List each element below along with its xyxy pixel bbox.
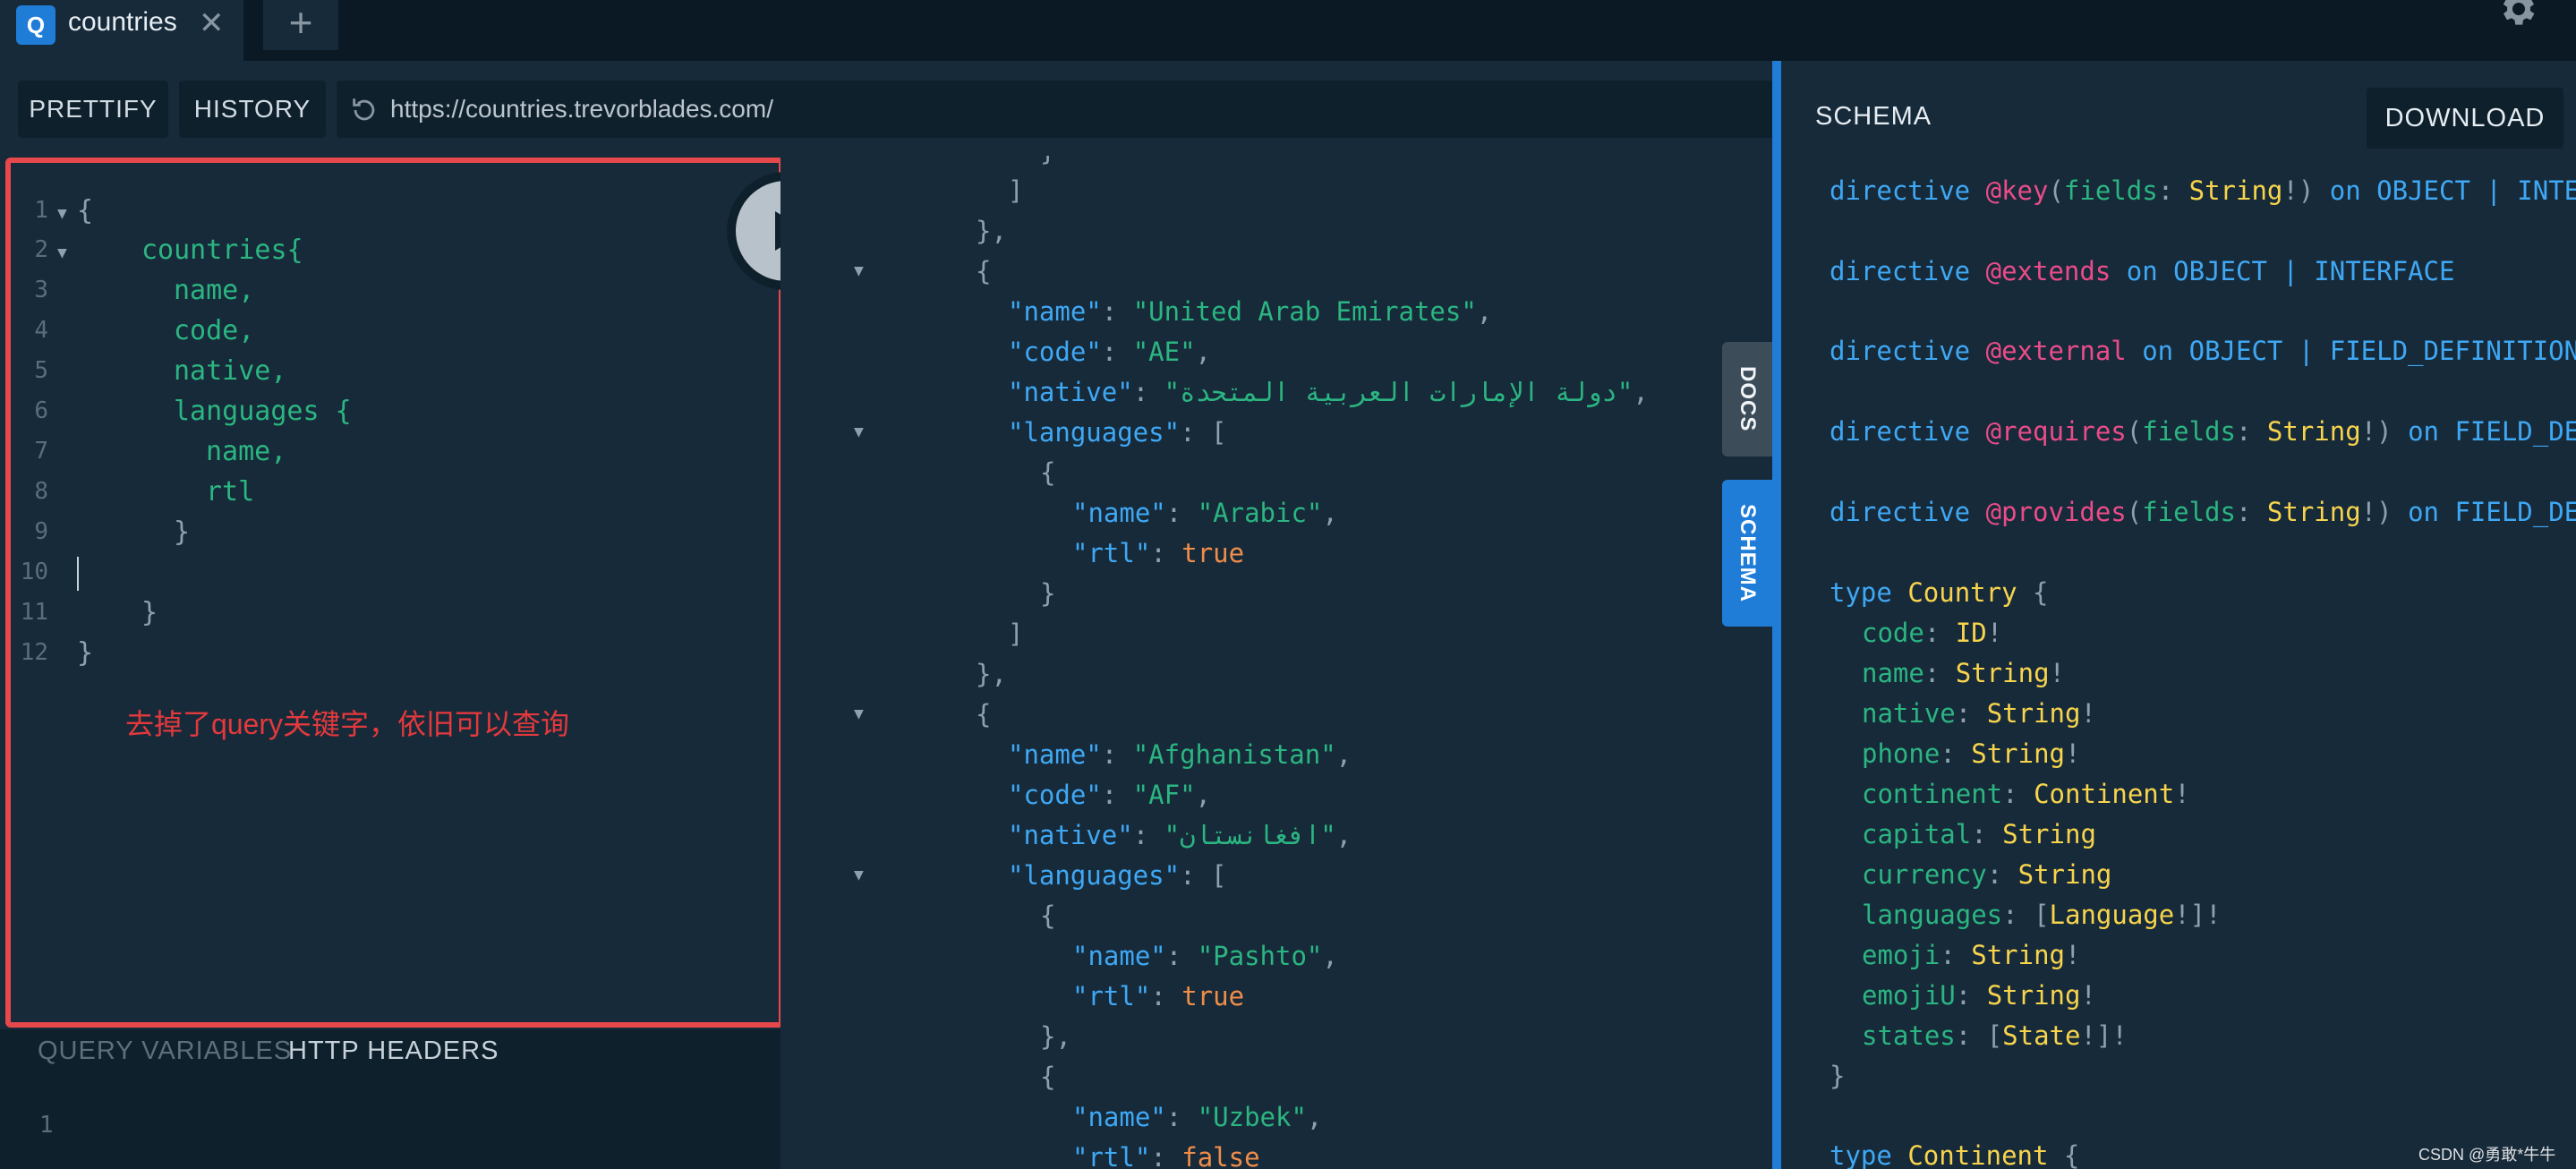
schema-field: currency: String — [1862, 859, 2112, 890]
fold-arrow-icon[interactable]: ▼ — [854, 866, 864, 884]
result-line: "native": "دولة الإمارات العربية المتحدة… — [1008, 377, 1649, 407]
schema-field: continent: Continent! — [1862, 779, 2190, 809]
history-button[interactable]: HISTORY — [179, 81, 326, 138]
schema-type-header: type Country { — [1830, 577, 2049, 608]
schema-field: capital: String — [1862, 819, 2096, 849]
schema-field: native: String! — [1862, 698, 2096, 729]
schema-directive: directive @provides(fields: String!) on … — [1830, 497, 2576, 527]
fold-arrow-icon[interactable]: ▼ — [854, 261, 864, 280]
result-line: "name": "United Arab Emirates", — [1008, 296, 1493, 327]
schema-field: name: String! — [1862, 658, 2065, 688]
variables-panel: QUERY VARIABLES HTTP HEADERS 1 — [0, 1029, 780, 1169]
tab-bar: Q countries ✕ + — [0, 0, 2576, 61]
result-line: "rtl": true — [1072, 538, 1245, 568]
docs-tab[interactable]: DOCS — [1722, 342, 1772, 457]
result-line: "languages": [ — [1008, 417, 1227, 448]
result-line: "name": "Pashto", — [1072, 941, 1338, 971]
schema-type-header: type Continent { — [1830, 1140, 2080, 1169]
result-line: "code": "AE", — [1008, 337, 1211, 367]
toolbar: PRETTIFY HISTORY https://countries.trevo… — [0, 61, 1772, 156]
schema-field: code: ID! — [1862, 618, 2003, 648]
tab-title: countries — [68, 7, 177, 37]
schema-directive: directive @extends on OBJECT | INTERFACE — [1830, 256, 2455, 286]
result-line: "rtl": true — [1072, 981, 1245, 1011]
result-line: "code": "AF", — [1008, 780, 1211, 810]
new-tab-button[interactable]: + — [263, 0, 338, 50]
annotation-highlight-box — [5, 158, 784, 1028]
result-line: "native": "افغانستان", — [1008, 820, 1352, 850]
schema-panel: SCHEMA DOWNLOAD directive @key(fields: S… — [1781, 61, 2576, 1169]
graphql-q-icon: Q — [16, 5, 55, 45]
download-button[interactable]: DOWNLOAD — [2367, 88, 2563, 149]
fold-arrow-icon[interactable]: ▼ — [854, 422, 864, 441]
tab-http-headers[interactable]: HTTP HEADERS — [288, 1037, 499, 1066]
result-viewer[interactable]: } ] }, ▼ { "name": "United Arab Emirates… — [780, 156, 1772, 1169]
endpoint-url-bar[interactable]: https://countries.trevorblades.com/ — [337, 81, 1772, 138]
schema-directive: directive @external on OBJECT | FIELD_DE… — [1830, 336, 2576, 366]
schema-field: phone: String! — [1862, 738, 2081, 769]
country-native-value: "دولة الإمارات العربية المتحدة" — [1164, 377, 1633, 407]
schema-field: emojiU: String! — [1862, 980, 2096, 1011]
refresh-icon[interactable] — [349, 95, 380, 125]
fold-arrow-icon[interactable]: ▼ — [854, 704, 864, 723]
endpoint-url-input[interactable]: https://countries.trevorblades.com/ — [390, 81, 773, 138]
country-code-value: "AE" — [1132, 337, 1196, 367]
tab-countries[interactable]: Q countries ✕ — [0, 0, 243, 61]
schema-field: emoji: String! — [1862, 940, 2081, 970]
result-line: "languages": [ — [1008, 860, 1227, 891]
result-line: "name": "Afghanistan", — [1008, 739, 1352, 770]
result-line: "name": "Uzbek", — [1072, 1102, 1323, 1132]
tab-query-variables[interactable]: QUERY VARIABLES — [38, 1037, 292, 1066]
schema-panel-border[interactable] — [1772, 61, 1781, 1169]
line-number: 1 — [39, 1112, 54, 1139]
schema-field: languages: [Language!]! — [1862, 900, 2222, 930]
result-line: "name": "Arabic", — [1072, 498, 1338, 528]
schema-title: SCHEMA — [1815, 102, 1932, 131]
watermark: CSDN @勇敢*牛牛 — [2418, 1146, 2556, 1164]
close-icon[interactable]: ✕ — [199, 5, 225, 41]
schema-tab[interactable]: SCHEMA — [1722, 480, 1772, 627]
schema-directive: directive @requires(fields: String!) on … — [1830, 416, 2576, 447]
prettify-button[interactable]: PRETTIFY — [18, 81, 168, 138]
schema-field: states: [State!]! — [1862, 1020, 2128, 1051]
result-line: "rtl": false — [1072, 1142, 1260, 1169]
schema-directive: directive @key(fields: String!) on OBJEC… — [1830, 175, 2576, 206]
gear-icon[interactable] — [2495, 0, 2538, 30]
country-name-value: "United Arab Emirates" — [1132, 296, 1477, 327]
